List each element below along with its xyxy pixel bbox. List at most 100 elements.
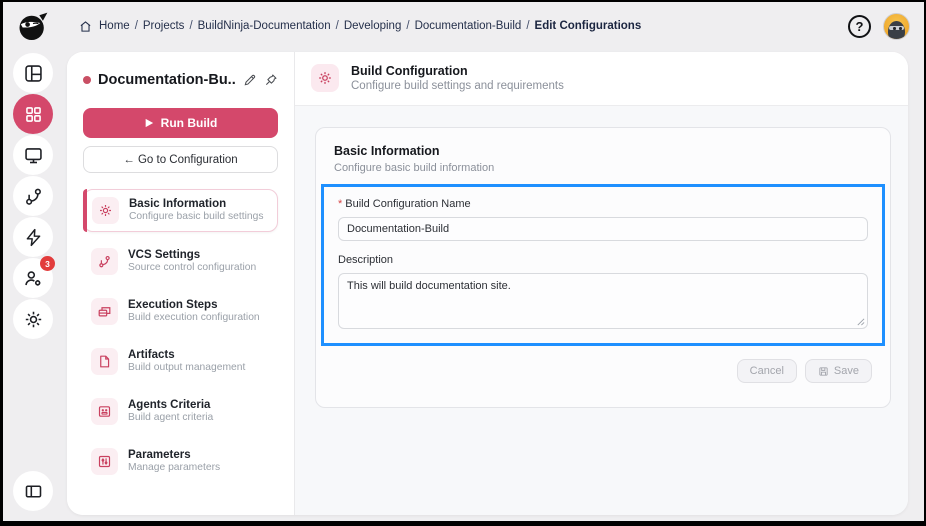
edit-pencil-icon[interactable]	[243, 73, 257, 87]
card-title: Basic Information	[334, 144, 440, 158]
git-branch-icon	[91, 248, 118, 275]
nav-item-title: VCS Settings	[128, 249, 201, 261]
rail-user-management-button[interactable]: 3	[13, 256, 55, 298]
go-to-configuration-button[interactable]: ← Go to Configuration	[83, 146, 278, 173]
nav-item-agents-criteria[interactable]: Agents Criteria Build agent criteria	[83, 391, 278, 432]
nav-item-basic-information[interactable]: Basic Information Configure basic build …	[83, 189, 278, 232]
topbar-right: ?	[848, 12, 910, 40]
cancel-button[interactable]: Cancel	[736, 359, 797, 383]
nav-item-subtitle: Source control configuration	[128, 262, 257, 273]
save-label: Save	[833, 365, 859, 377]
nav-item-artifacts[interactable]: Artifacts Build output management	[83, 341, 278, 382]
form-actions: Cancel Save	[334, 359, 872, 383]
gear-icon	[92, 197, 119, 224]
page-title: Build Configuration	[351, 64, 468, 78]
rail-settings-button[interactable]	[13, 299, 53, 339]
buildninja-logo[interactable]	[14, 8, 52, 46]
nav-item-vcs-settings[interactable]: VCS Settings Source control configuratio…	[83, 241, 278, 282]
rail-vcs-button[interactable]	[13, 176, 53, 216]
resize-grip-icon[interactable]	[856, 317, 865, 326]
rail-collapse-sidebar-button[interactable]	[13, 471, 53, 511]
app-window: 3 Home / Projects / BuildNinja-Documenta…	[0, 0, 926, 526]
lightning-icon	[26, 228, 40, 246]
gear-icon	[25, 311, 41, 327]
nav-item-title: Artifacts	[128, 349, 175, 361]
nav-item-parameters[interactable]: Parameters Manage parameters	[83, 441, 278, 482]
nav-item-subtitle: Build agent criteria	[128, 412, 214, 423]
save-button[interactable]: Save	[804, 359, 872, 383]
description-field-label: Description	[338, 254, 868, 266]
nav-item-execution-steps[interactable]: Execution Steps Build execution configur…	[83, 291, 278, 332]
build-configuration-name-input[interactable]	[338, 217, 868, 241]
breadcrumb-developing[interactable]: Developing	[344, 20, 402, 32]
agent-face-icon	[91, 398, 118, 425]
nav-item-subtitle: Manage parameters	[128, 462, 221, 473]
cancel-label: Cancel	[749, 365, 784, 377]
main-content: Basic Information Configure basic build …	[295, 106, 908, 515]
help-icon: ?	[855, 18, 864, 34]
nav-item-title: Basic Information	[129, 198, 227, 210]
nav-item-title: Parameters	[128, 449, 191, 461]
build-config-panel: Documentation-Bu... Run Build ← Go to Co…	[67, 52, 295, 515]
help-button[interactable]: ?	[848, 14, 871, 38]
dashboard-layout-icon	[24, 64, 42, 82]
breadcrumb-separator: /	[189, 20, 193, 32]
breadcrumb-buildninja-documentation[interactable]: BuildNinja-Documentation	[198, 20, 331, 32]
card-subtitle: Configure basic build information	[334, 162, 495, 174]
monitor-icon	[24, 147, 42, 163]
main-header: Build Configuration Configure build sett…	[295, 52, 908, 106]
highlighted-form-region: * Build Configuration Name Description T…	[321, 184, 885, 346]
save-floppy-icon	[819, 366, 828, 376]
breadcrumb-separator: /	[526, 20, 530, 32]
gear-icon	[311, 64, 339, 92]
icon-rail: 3	[3, 2, 63, 521]
main-header-text: Build Configuration Configure build sett…	[351, 64, 564, 92]
name-field-label: * Build Configuration Name	[338, 198, 868, 210]
name-field-label-text: Build Configuration Name	[345, 198, 471, 210]
basic-information-card: Basic Information Configure basic build …	[315, 127, 891, 408]
status-dot	[83, 76, 91, 84]
rail-dashboard-button[interactable]	[13, 53, 53, 93]
page-subtitle: Configure build settings and requirement…	[351, 80, 564, 92]
notification-badge: 3	[40, 256, 55, 271]
config-section-nav: Basic Information Configure basic build …	[83, 189, 278, 482]
pin-icon[interactable]	[264, 73, 278, 87]
user-gear-icon	[24, 270, 40, 286]
avatar-ninja-head	[888, 20, 905, 39]
sidebar-collapse-icon	[25, 484, 41, 498]
breadcrumb-projects[interactable]: Projects	[143, 20, 185, 32]
document-icon	[91, 348, 118, 375]
play-icon	[145, 118, 153, 128]
topbar: Home / Projects / BuildNinja-Documentati…	[63, 2, 924, 50]
breadcrumb-edit-configurations: Edit Configurations	[534, 20, 642, 32]
nav-item-title: Agents Criteria	[128, 399, 211, 411]
rail-projects-button[interactable]	[13, 94, 53, 134]
sliders-icon	[91, 448, 118, 475]
breadcrumb-separator: /	[406, 20, 410, 32]
breadcrumb-separator: /	[134, 20, 138, 32]
breadcrumb-home[interactable]: Home	[99, 20, 130, 32]
required-marker: *	[338, 198, 343, 210]
description-textarea[interactable]: This will build documentation site.	[338, 273, 868, 329]
execution-steps-icon	[91, 298, 118, 325]
nav-item-subtitle: Build output management	[128, 362, 246, 373]
rail-agents-button[interactable]	[13, 135, 53, 175]
avatar-ninja-eye	[899, 27, 902, 30]
nav-item-subtitle: Configure basic build settings	[129, 211, 264, 222]
nav-item-subtitle: Build execution configuration	[128, 312, 260, 323]
ninja-logo-icon	[19, 12, 48, 41]
home-icon	[80, 20, 91, 32]
breadcrumb-documentation-build[interactable]: Documentation-Build	[415, 20, 522, 32]
user-avatar[interactable]	[883, 12, 910, 40]
content-container: Documentation-Bu... Run Build ← Go to Co…	[67, 52, 908, 515]
description-field-label-text: Description	[338, 254, 394, 266]
rail-builds-button[interactable]	[13, 217, 53, 257]
breadcrumb: Home / Projects / BuildNinja-Documentati…	[79, 20, 641, 33]
git-branch-icon	[25, 188, 41, 205]
panel-title-row: Documentation-Bu...	[83, 72, 278, 88]
avatar-ninja-band	[889, 25, 904, 30]
avatar-ninja-eye	[893, 27, 896, 30]
config-title: Documentation-Bu...	[98, 72, 236, 88]
description-textarea-wrap: This will build documentation site.	[338, 273, 868, 329]
run-build-button[interactable]: Run Build	[83, 108, 278, 138]
